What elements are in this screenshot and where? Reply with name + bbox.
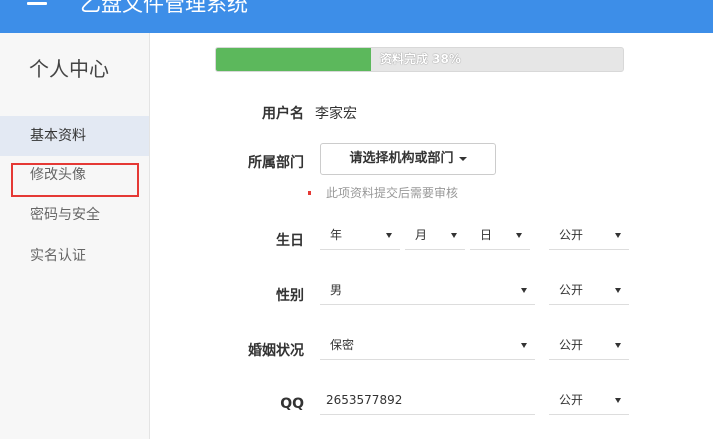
- department-hint: 此项资料提交后需要审核: [326, 186, 459, 200]
- dropdown-arrow-icon: [615, 398, 621, 403]
- menu-icon[interactable]: [27, 0, 47, 9]
- sidebar-item-avatar[interactable]: 修改头像: [0, 155, 149, 195]
- birth-year-value: 年: [330, 228, 343, 242]
- marital-value: 保密: [330, 338, 355, 352]
- birthday-privacy-select[interactable]: 公开: [549, 222, 629, 250]
- app-title: 乙盘文件管理系统: [80, 0, 248, 16]
- birthday-privacy-value: 公开: [559, 228, 584, 242]
- birth-year-select[interactable]: 年: [320, 222, 400, 250]
- gender-privacy-select[interactable]: 公开: [549, 277, 629, 305]
- top-bar: 乙盘文件管理系统: [0, 0, 713, 33]
- dropdown-arrow-icon: [615, 233, 621, 238]
- profile-progress-bar: 资料完成 38%: [215, 47, 624, 72]
- department-label: 所属部门: [248, 155, 304, 171]
- birth-day-select[interactable]: 日: [470, 222, 530, 250]
- qq-privacy-value: 公开: [559, 393, 584, 407]
- gender-label: 性别: [276, 288, 304, 304]
- caret-down-icon: [458, 156, 467, 161]
- username-value: 李家宏: [315, 106, 357, 122]
- gender-value: 男: [330, 283, 343, 297]
- username-label: 用户名: [262, 106, 304, 122]
- marital-privacy-value: 公开: [559, 338, 584, 352]
- birth-month-value: 月: [415, 228, 428, 242]
- qq-label: QQ: [280, 396, 304, 412]
- dropdown-arrow-icon: [615, 288, 621, 293]
- birth-day-value: 日: [480, 228, 493, 242]
- department-select-button[interactable]: 请选择机构或部门: [320, 143, 496, 175]
- dropdown-arrow-icon: [521, 343, 527, 348]
- marital-label: 婚姻状况: [248, 343, 304, 359]
- sidebar-item-realname[interactable]: 实名认证: [0, 236, 149, 276]
- progress-fill: [216, 48, 371, 71]
- dropdown-arrow-icon: [451, 233, 457, 238]
- progress-label: 资料完成 38%: [380, 52, 461, 66]
- sidebar-item-security[interactable]: 密码与安全: [0, 195, 149, 235]
- sidebar-item-basic-info[interactable]: 基本资料: [0, 116, 149, 156]
- qq-input[interactable]: 2653577892: [320, 387, 535, 415]
- dropdown-arrow-icon: [521, 288, 527, 293]
- dropdown-arrow-icon: [615, 343, 621, 348]
- dropdown-arrow-icon: [516, 233, 522, 238]
- dropdown-arrow-icon: [386, 233, 392, 238]
- birthday-label: 生日: [276, 233, 304, 249]
- department-button-label: 请选择机构或部门: [349, 151, 454, 166]
- sidebar-title: 个人中心: [29, 57, 109, 81]
- marital-privacy-select[interactable]: 公开: [549, 332, 629, 360]
- gender-select[interactable]: 男: [320, 277, 535, 305]
- birth-month-select[interactable]: 月: [405, 222, 465, 250]
- marital-select[interactable]: 保密: [320, 332, 535, 360]
- sidebar: 个人中心 基本资料 修改头像 密码与安全 实名认证: [0, 33, 150, 439]
- required-marker: [308, 191, 311, 195]
- gender-privacy-value: 公开: [559, 283, 584, 297]
- qq-privacy-select[interactable]: 公开: [549, 387, 629, 415]
